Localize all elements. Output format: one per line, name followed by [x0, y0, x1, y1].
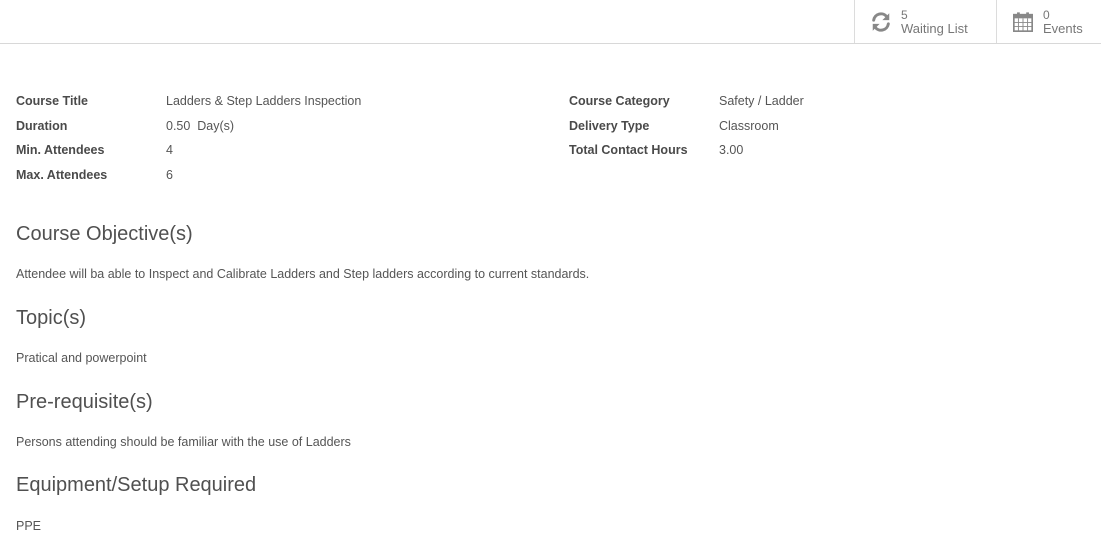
detail-row-min-attendees: Min. Attendees 4: [16, 138, 361, 163]
events-count: 0: [1043, 8, 1050, 22]
events-label: Events: [1043, 21, 1083, 36]
section-title-course-objectives: Course Objective(s): [16, 223, 193, 245]
events-button[interactable]: 0 Events: [996, 0, 1101, 43]
detail-label: Min. Attendees: [16, 143, 105, 158]
waiting-list-count: 5: [901, 8, 908, 22]
detail-label: Course Title: [16, 94, 89, 109]
detail-row-max-attendees: Max. Attendees 6: [16, 163, 361, 188]
detail-row-total-contact-hours: Total Contact Hours 3.00: [569, 138, 804, 163]
detail-value: Safety / Ladder: [719, 94, 804, 109]
refresh-icon: [872, 12, 890, 32]
detail-value: 0.50 Day(s): [166, 118, 235, 133]
course-details-left: Course Title Ladders & Step Ladders Insp…: [16, 89, 361, 187]
detail-value: 3.00: [719, 143, 744, 158]
section-text-course-objectives: Attendee will ba able to Inspect and Cal…: [16, 267, 590, 281]
detail-value: Classroom: [719, 118, 779, 133]
detail-row-course-title: Course Title Ladders & Step Ladders Insp…: [16, 89, 361, 114]
course-details-right: Course Category Safety / Ladder Delivery…: [569, 89, 804, 163]
detail-label: Duration: [16, 118, 68, 133]
detail-label: Total Contact Hours: [569, 143, 688, 158]
section-text-prerequisites: Persons attending should be familiar wit…: [16, 435, 351, 449]
waiting-list-label: Waiting List: [901, 21, 968, 36]
waiting-list-button[interactable]: 5 Waiting List: [854, 0, 996, 43]
detail-row-course-category: Course Category Safety / Ladder: [569, 89, 804, 114]
detail-value: 6: [166, 168, 173, 183]
detail-row-delivery-type: Delivery Type Classroom: [569, 114, 804, 139]
detail-label: Course Category: [569, 94, 670, 109]
detail-row-duration: Duration 0.50 Day(s): [16, 114, 361, 139]
detail-label: Max. Attendees: [16, 168, 108, 183]
top-button-bar: 5 Waiting List 0 Events: [0, 0, 1101, 44]
section-text-equipment: PPE: [16, 519, 42, 533]
section-title-prerequisites: Pre-requisite(s): [16, 391, 153, 413]
section-text-topics: Pratical and powerpoint: [16, 351, 147, 365]
detail-value: Ladders & Step Ladders Inspection: [166, 94, 362, 109]
section-title-equipment: Equipment/Setup Required: [16, 474, 257, 496]
section-title-topics: Topic(s): [16, 307, 87, 329]
detail-value: 4: [166, 143, 173, 158]
detail-label: Delivery Type: [569, 118, 650, 133]
calendar-icon: [1013, 12, 1033, 32]
